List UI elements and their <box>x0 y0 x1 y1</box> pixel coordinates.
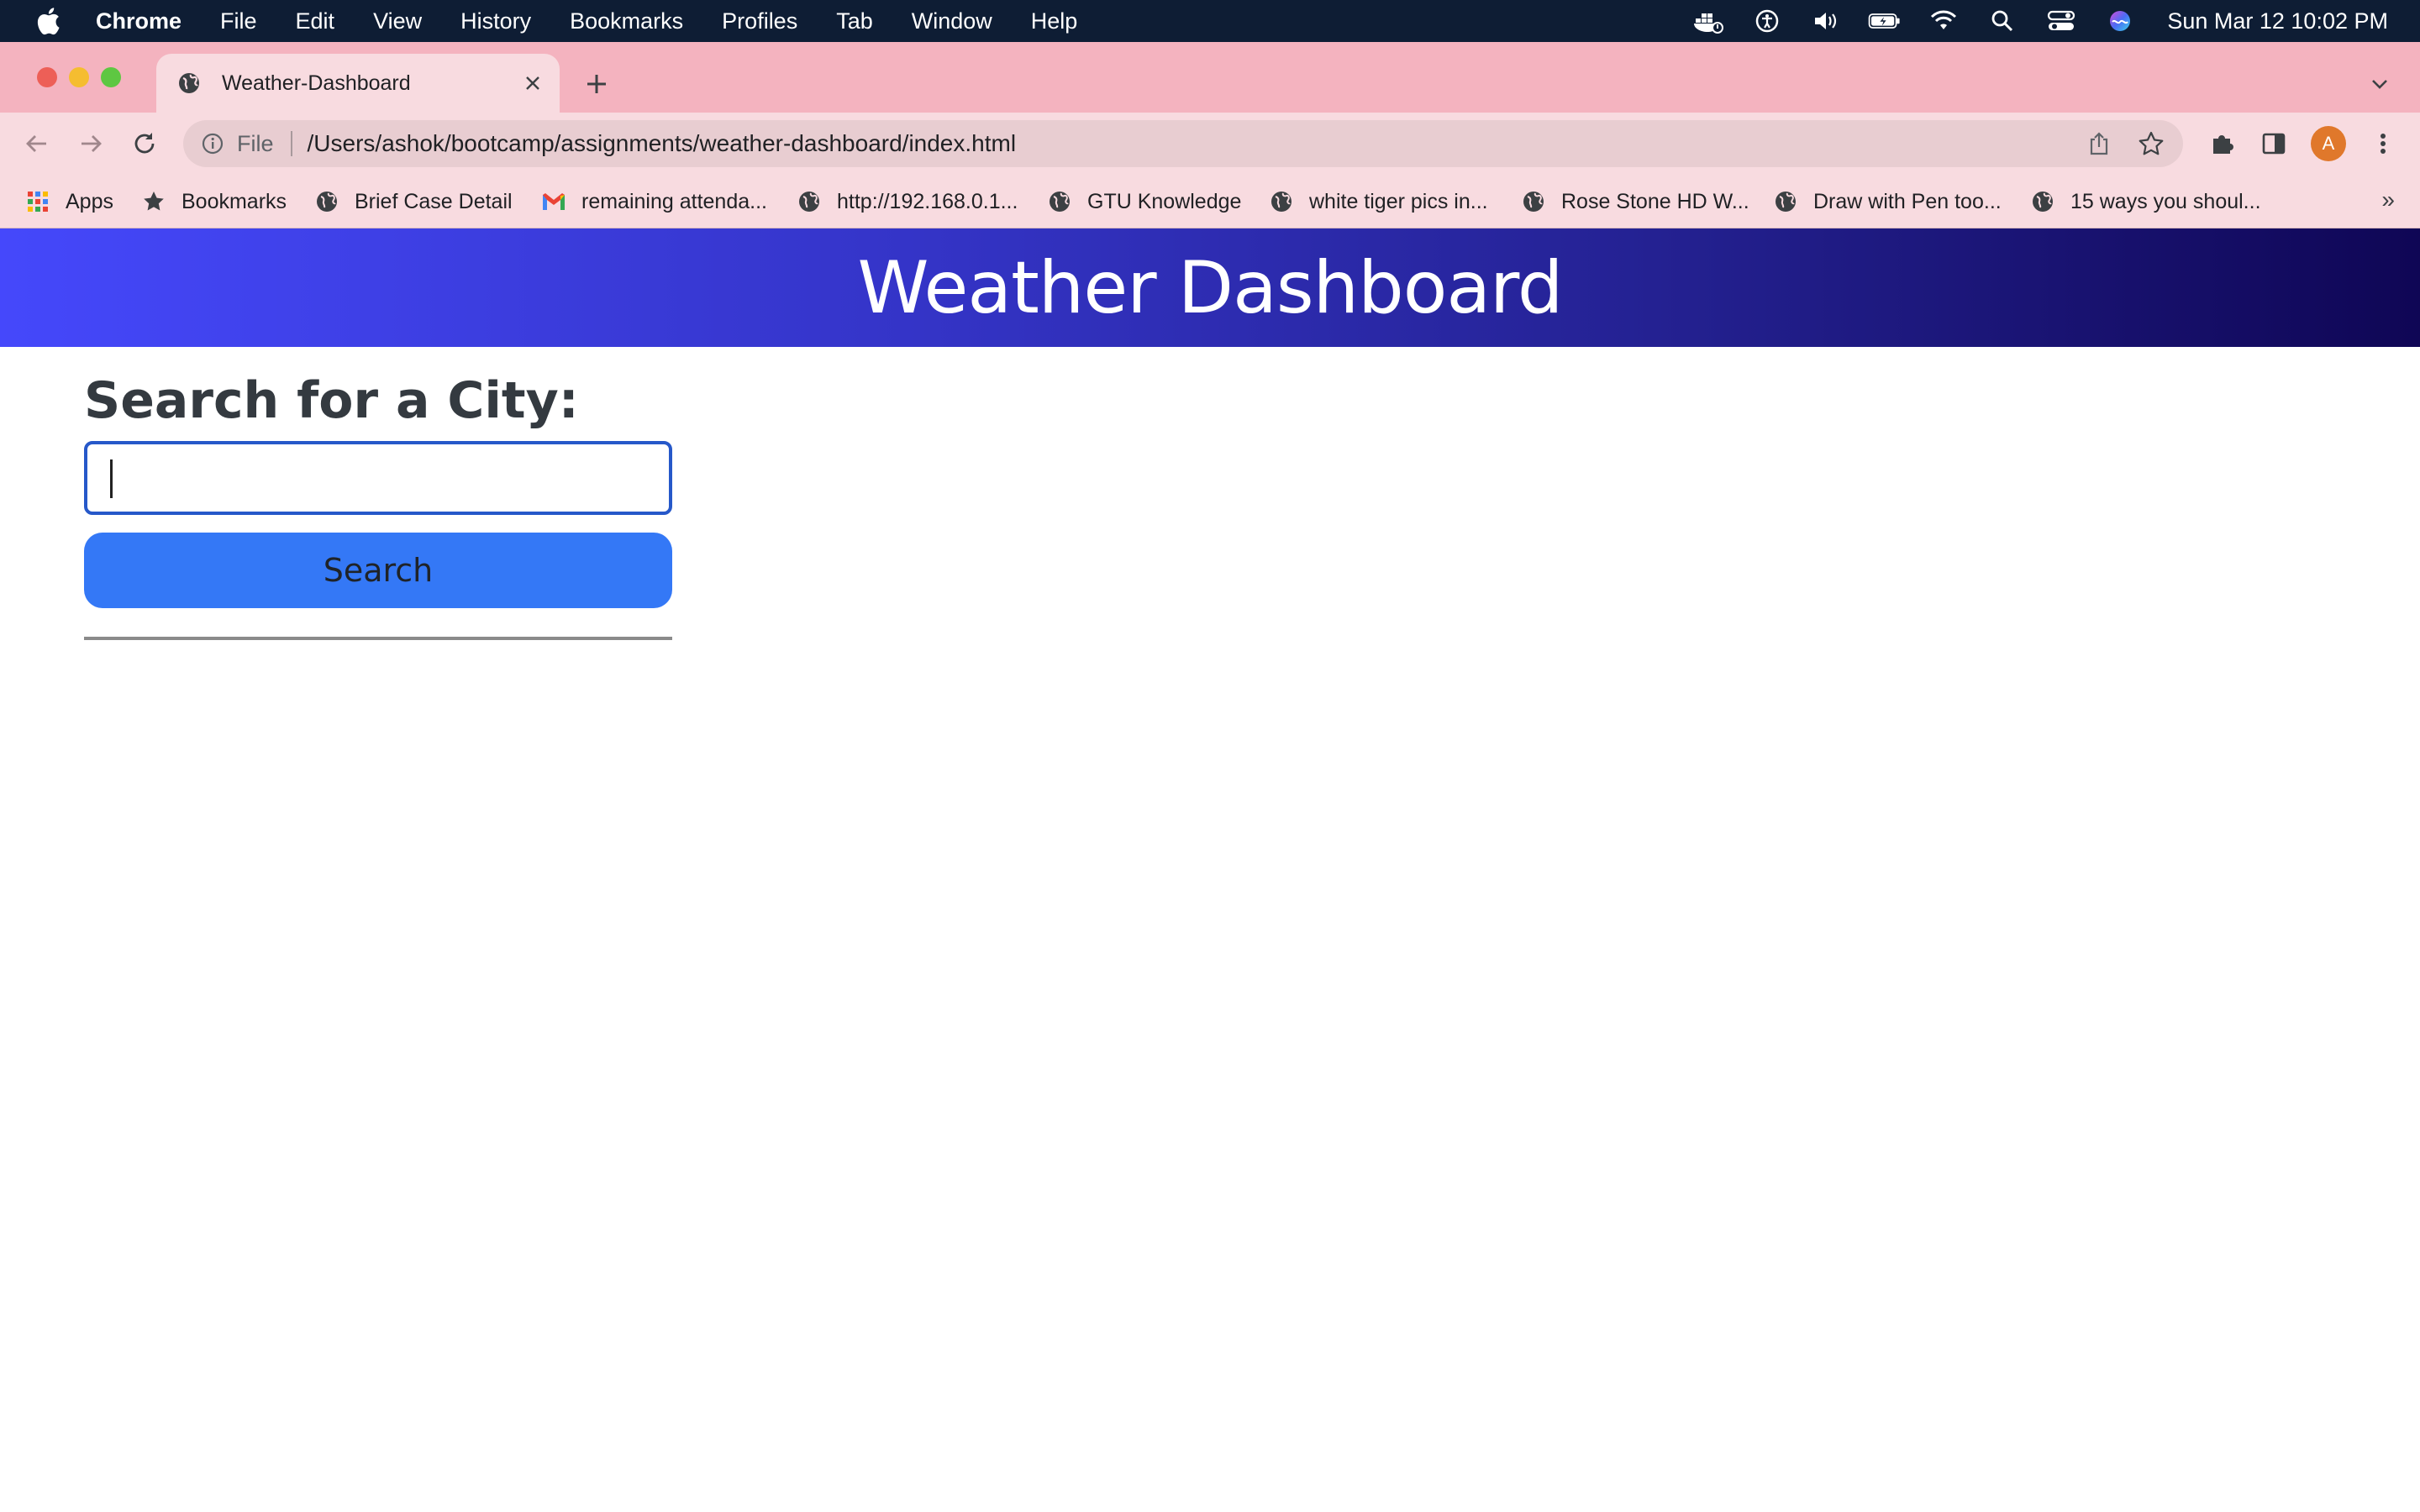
bookmark-label: Draw with Pen too... <box>1813 189 2002 213</box>
apps-grid-icon <box>25 189 50 214</box>
active-tab[interactable]: Weather-Dashboard <box>156 54 560 113</box>
bookmark-label: http://192.168.0.1... <box>837 189 1018 213</box>
header-banner: Weather Dashboard <box>0 228 2420 347</box>
menu-bookmarks[interactable]: Bookmarks <box>570 8 683 34</box>
reload-icon[interactable] <box>128 127 161 160</box>
page-viewport: Weather Dashboard Search for a City: Sea… <box>0 228 2420 1512</box>
bookmark-label: GTU Knowledge <box>1087 189 1242 213</box>
siri-icon[interactable] <box>2103 7 2137 35</box>
url-separator <box>290 131 292 156</box>
back-arrow-icon[interactable] <box>20 127 54 160</box>
window-zoom-button[interactable] <box>101 67 121 87</box>
volume-icon[interactable] <box>1809 7 1843 35</box>
menu-profiles[interactable]: Profiles <box>722 8 797 34</box>
browser-toolbar: File /Users/ashok/bootcamp/assignments/w… <box>0 113 2420 175</box>
tab-title: Weather-Dashboard <box>222 71 411 95</box>
page-title: Weather Dashboard <box>857 245 1563 330</box>
bookmark-local-ip[interactable]: http://192.168.0.1... <box>797 185 1018 218</box>
macos-menu-bar: Chrome File Edit View History Bookmarks … <box>0 0 2420 42</box>
side-panel-icon[interactable] <box>2257 127 2291 160</box>
close-tab-icon[interactable] <box>518 68 548 98</box>
bookmark-label: white tiger pics in... <box>1309 189 1488 213</box>
profile-avatar[interactable]: A <box>2311 126 2346 161</box>
bookmark-label: 15 ways you shoul... <box>2070 189 2261 213</box>
bookmark-rose-stone[interactable]: Rose Stone HD W... <box>1521 185 1749 218</box>
docker-icon[interactable] <box>1691 7 1725 35</box>
globe-icon <box>314 189 339 214</box>
more-menu-icon[interactable] <box>2366 127 2400 160</box>
gmail-icon <box>541 189 566 214</box>
globe-icon <box>797 189 822 214</box>
search-button[interactable]: Search <box>84 533 672 608</box>
globe-icon <box>1047 189 1072 214</box>
globe-icon <box>176 71 202 96</box>
globe-icon <box>1521 189 1546 214</box>
bookmark-label: Brief Case Detail <box>355 189 513 213</box>
forward-arrow-icon[interactable] <box>74 127 108 160</box>
bookmark-label: remaining attenda... <box>581 189 767 213</box>
bookmark-draw-with-pen[interactable]: Draw with Pen too... <box>1773 185 2002 218</box>
bookmark-label: Rose Stone HD W... <box>1561 189 1749 213</box>
menu-edit[interactable]: Edit <box>296 8 335 34</box>
bookmarks-overflow-chevron-icon[interactable]: » <box>2381 186 2395 213</box>
menu-help[interactable]: Help <box>1031 8 1078 34</box>
accessibility-icon[interactable] <box>1750 7 1784 35</box>
window-minimize-button[interactable] <box>69 67 89 87</box>
wifi-icon[interactable] <box>1927 7 1960 35</box>
menubar-status-area: Sun Mar 12 10:02 PM <box>1666 0 2388 42</box>
extensions-puzzle-icon[interactable] <box>2205 127 2238 160</box>
bookmarks-bar: Apps Bookmarks Brief Case Detail remaini… <box>0 175 2420 228</box>
bookmark-apps[interactable]: Apps <box>25 185 113 218</box>
bookmark-brief-case-detail[interactable]: Brief Case Detail <box>314 185 513 218</box>
browser-tab-strip: Weather-Dashboard <box>0 42 2420 113</box>
globe-icon <box>1773 189 1798 214</box>
bookmark-label: Bookmarks <box>182 189 287 213</box>
menu-tab[interactable]: Tab <box>836 8 873 34</box>
bookmark-star-icon[interactable] <box>2136 129 2166 159</box>
url-scheme-label: File <box>237 130 274 156</box>
control-center-icon[interactable] <box>2044 7 2078 35</box>
bookmark-white-tiger-pics[interactable]: white tiger pics in... <box>1269 185 1488 218</box>
globe-icon <box>2030 189 2055 214</box>
city-search-input[interactable] <box>84 441 672 515</box>
search-history-divider <box>84 637 672 640</box>
bookmark-remaining-attendance[interactable]: remaining attenda... <box>541 185 767 218</box>
bookmark-label: Apps <box>66 189 113 213</box>
apple-menu-icon[interactable] <box>34 6 62 36</box>
globe-icon <box>1269 189 1294 214</box>
battery-icon[interactable] <box>1868 7 1902 35</box>
menu-view[interactable]: View <box>373 8 422 34</box>
tab-search-chevron-icon[interactable] <box>2365 69 2395 99</box>
star-icon <box>141 189 166 214</box>
site-info-icon[interactable] <box>200 131 225 156</box>
share-icon[interactable] <box>2084 129 2114 159</box>
url-text[interactable]: /Users/ashok/bootcamp/assignments/weathe… <box>308 130 1017 157</box>
window-close-button[interactable] <box>37 67 57 87</box>
text-caret <box>110 459 113 498</box>
menu-history[interactable]: History <box>460 8 531 34</box>
menubar-clock[interactable]: Sun Mar 12 10:02 PM <box>2167 8 2388 34</box>
bookmark-gtu-knowledge[interactable]: GTU Knowledge <box>1047 185 1241 218</box>
bookmark-bookmarks[interactable]: Bookmarks <box>141 185 287 218</box>
spotlight-search-icon[interactable] <box>1986 7 2019 35</box>
search-heading: Search for a City: <box>84 371 579 430</box>
bookmark-15-ways[interactable]: 15 ways you shoul... <box>2030 185 2261 218</box>
new-tab-icon[interactable] <box>580 67 613 101</box>
menu-chrome[interactable]: Chrome <box>96 8 182 34</box>
address-bar[interactable]: File /Users/ashok/bootcamp/assignments/w… <box>183 120 2183 167</box>
menu-file[interactable]: File <box>220 8 257 34</box>
menu-window[interactable]: Window <box>912 8 992 34</box>
